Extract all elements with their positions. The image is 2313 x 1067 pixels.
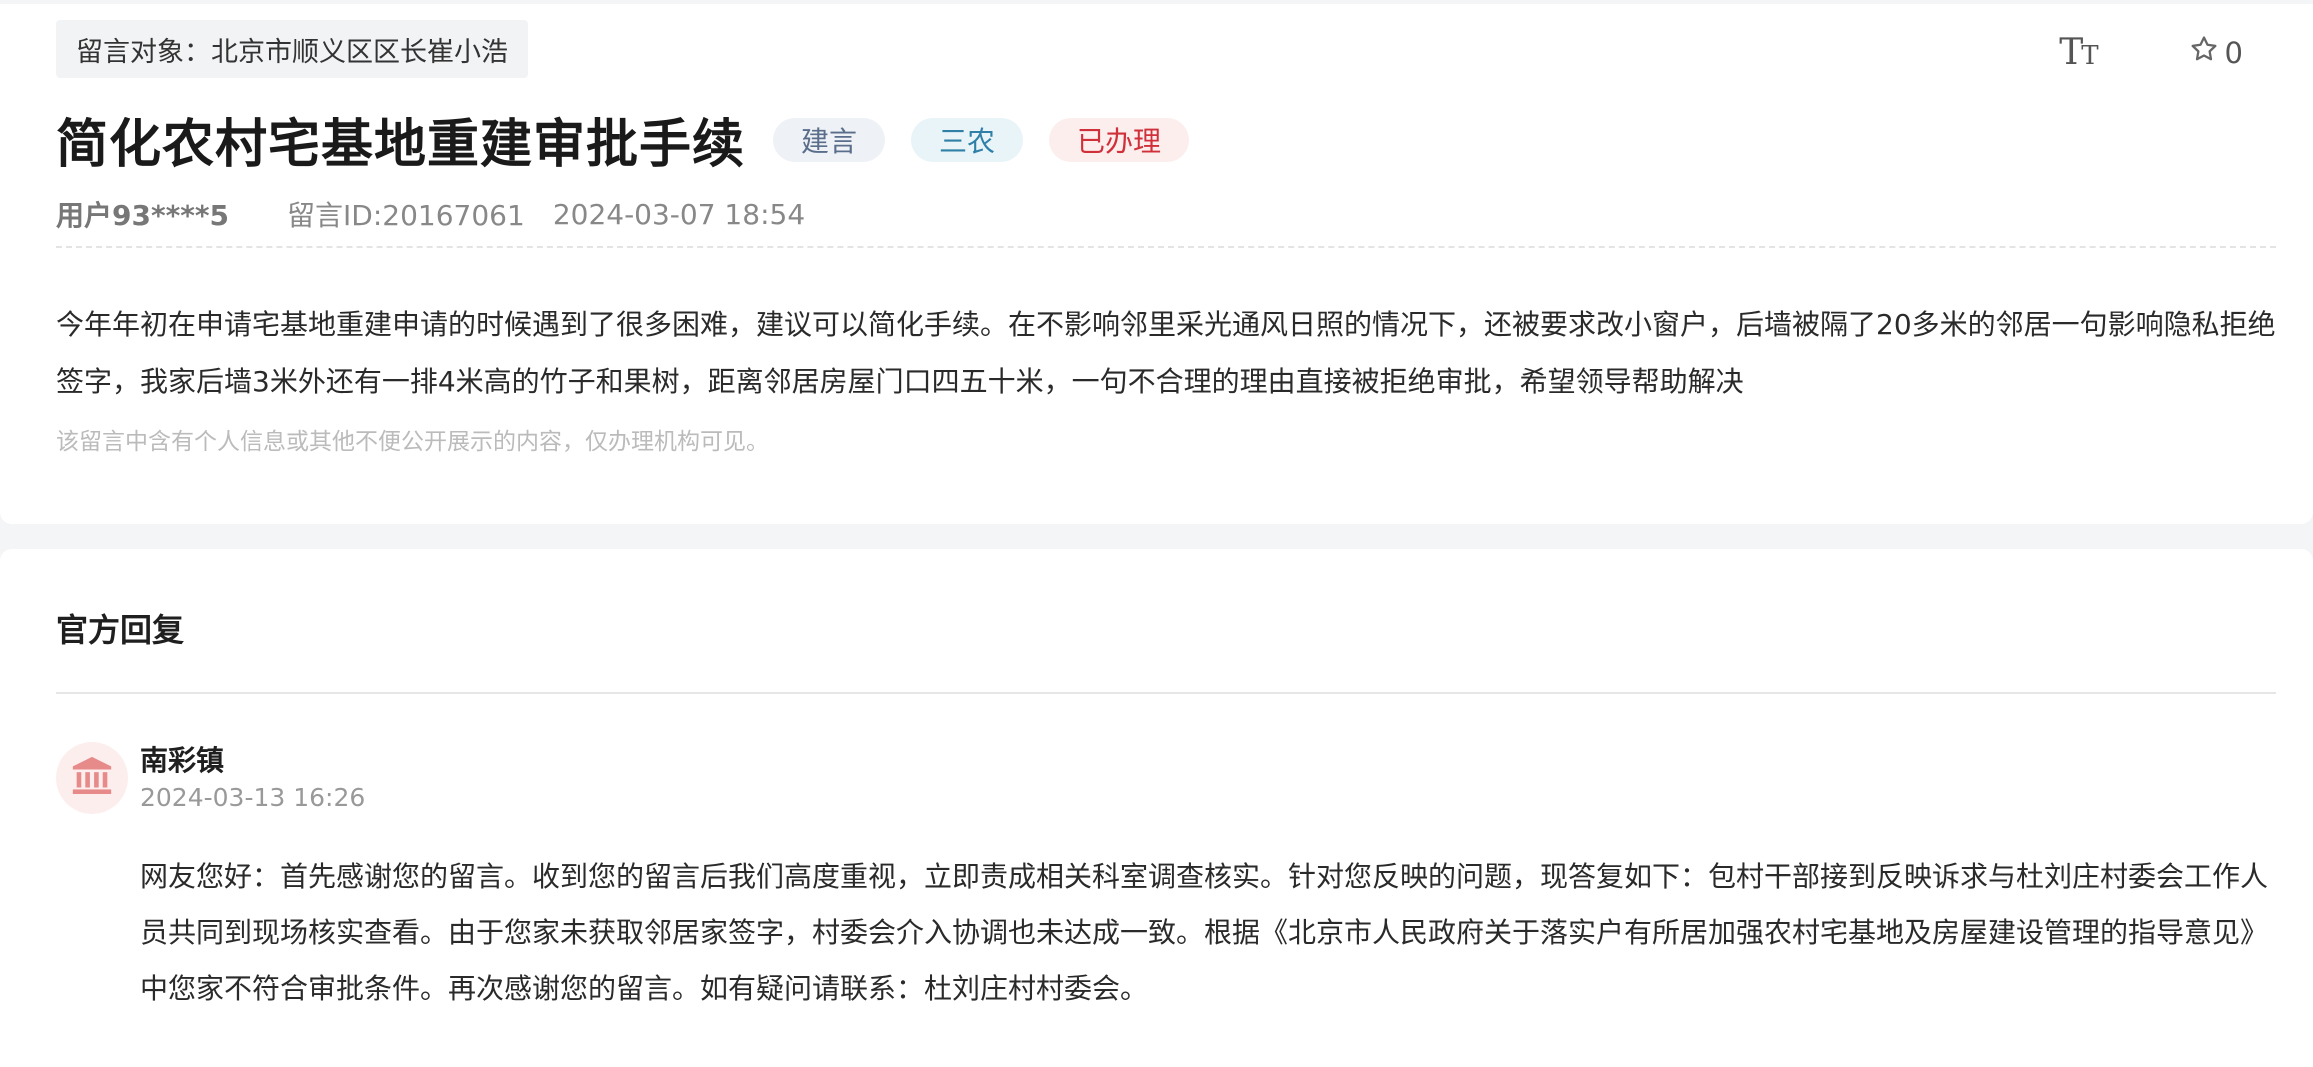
meta-divider [56, 246, 2276, 248]
favorite-button[interactable]: 0 [2189, 34, 2243, 71]
message-target-label: 留言对象：北京市顺义区区长崔小浩 [76, 36, 508, 68]
section-title: 官方回复 [56, 611, 185, 649]
responder-name: 南彩镇 [140, 744, 225, 777]
message-user: 用户93****5 [56, 199, 230, 232]
message-target-chip: 留言对象：北京市顺义区区长崔小浩 [56, 20, 528, 78]
font-size-button[interactable]: TT [2059, 31, 2099, 73]
message-id: 留言ID:20167061 [287, 199, 525, 232]
section-divider [56, 692, 2276, 694]
font-size-icon-small: T [2081, 40, 2099, 71]
privacy-note: 该留言中含有个人信息或其他不便公开展示的内容，仅办理机构可见。 [56, 429, 769, 455]
responder-avatar [56, 742, 128, 814]
page-title: 简化农村宅基地重建审批手续 [56, 115, 746, 175]
message-meta: 用户93****5 留言ID:20167061 2024-03-07 18:54 [56, 194, 805, 234]
status-badge: 已办理 [1049, 117, 1190, 162]
message-time: 2024-03-07 18:54 [552, 197, 806, 231]
message-card: 留言对象：北京市顺义区区长崔小浩 TT 0 简化农村宅基地重建审批手续 建言 三… [0, 4, 2313, 524]
toolbar: TT 0 [2059, 34, 2243, 71]
title-row: 简化农村宅基地重建审批手续 建言 三农 已办理 [56, 102, 1190, 177]
favorite-count: 0 [2224, 35, 2243, 70]
reply-time: 2024-03-13 16:26 [140, 783, 366, 812]
tag-suggestion[interactable]: 建言 [773, 117, 886, 162]
star-outline-icon [2189, 34, 2219, 71]
reply-body: 网友您好：首先感谢您的留言。收到您的留言后我们高度重视，立即责成相关科室调查核实… [140, 860, 2269, 1005]
tag-category[interactable]: 三农 [911, 117, 1024, 162]
government-building-icon [69, 753, 115, 803]
message-body: 今年年初在申请宅基地重建申请的时候遇到了很多困难，建议可以简化手续。在不影响邻里… [56, 308, 2276, 398]
official-reply-card: 官方回复 南彩镇 2024-03-13 16:26 网友您好：首先感谢您的留言。… [0, 549, 2313, 1067]
page: 留言对象：北京市顺义区区长崔小浩 TT 0 简化农村宅基地重建审批手续 建言 三… [0, 0, 2313, 1067]
font-size-icon: T [2059, 31, 2084, 73]
